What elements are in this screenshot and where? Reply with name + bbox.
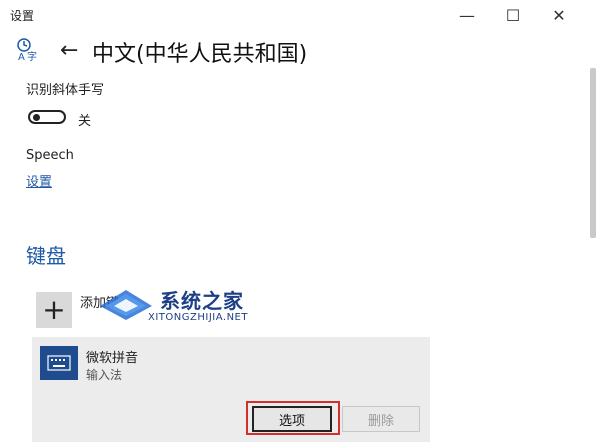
speech-settings-link[interactable]: 设置 [26, 171, 52, 190]
watermark-url: XITONGZHIJIA.NET [148, 312, 248, 323]
keyboard-icon [40, 346, 78, 380]
close-button[interactable]: ✕ [536, 0, 582, 30]
maximize-button[interactable]: ☐ [490, 0, 536, 30]
minimize-button[interactable]: — [444, 0, 490, 30]
options-button[interactable]: 选项 [252, 406, 332, 432]
window-title: 设置 [10, 9, 35, 23]
scrollbar[interactable] [590, 68, 596, 238]
add-keyboard-button[interactable]: + [36, 292, 72, 328]
plus-icon: + [42, 293, 66, 326]
keyboard-name: 微软拼音 [86, 351, 139, 366]
keyboard-type: 输入法 [86, 368, 123, 382]
watermark-brand: 系统之家 [160, 289, 244, 313]
back-arrow-icon[interactable]: ← [60, 38, 78, 63]
svg-text:字: 字 [27, 50, 37, 62]
italic-handwriting-toggle[interactable] [28, 110, 66, 124]
keyboard-heading: 键盘 [26, 244, 66, 268]
toggle-knob [33, 114, 40, 121]
remove-button[interactable]: 删除 [342, 406, 420, 432]
italic-handwriting-label: 识别斜体手写 [26, 83, 105, 98]
toggle-state-label: 关 [78, 114, 92, 129]
language-icon: A 字 [17, 38, 37, 62]
speech-label: Speech [26, 148, 74, 163]
page-title: 中文(中华人民共和国) [92, 42, 308, 67]
svg-text:A: A [18, 52, 25, 62]
